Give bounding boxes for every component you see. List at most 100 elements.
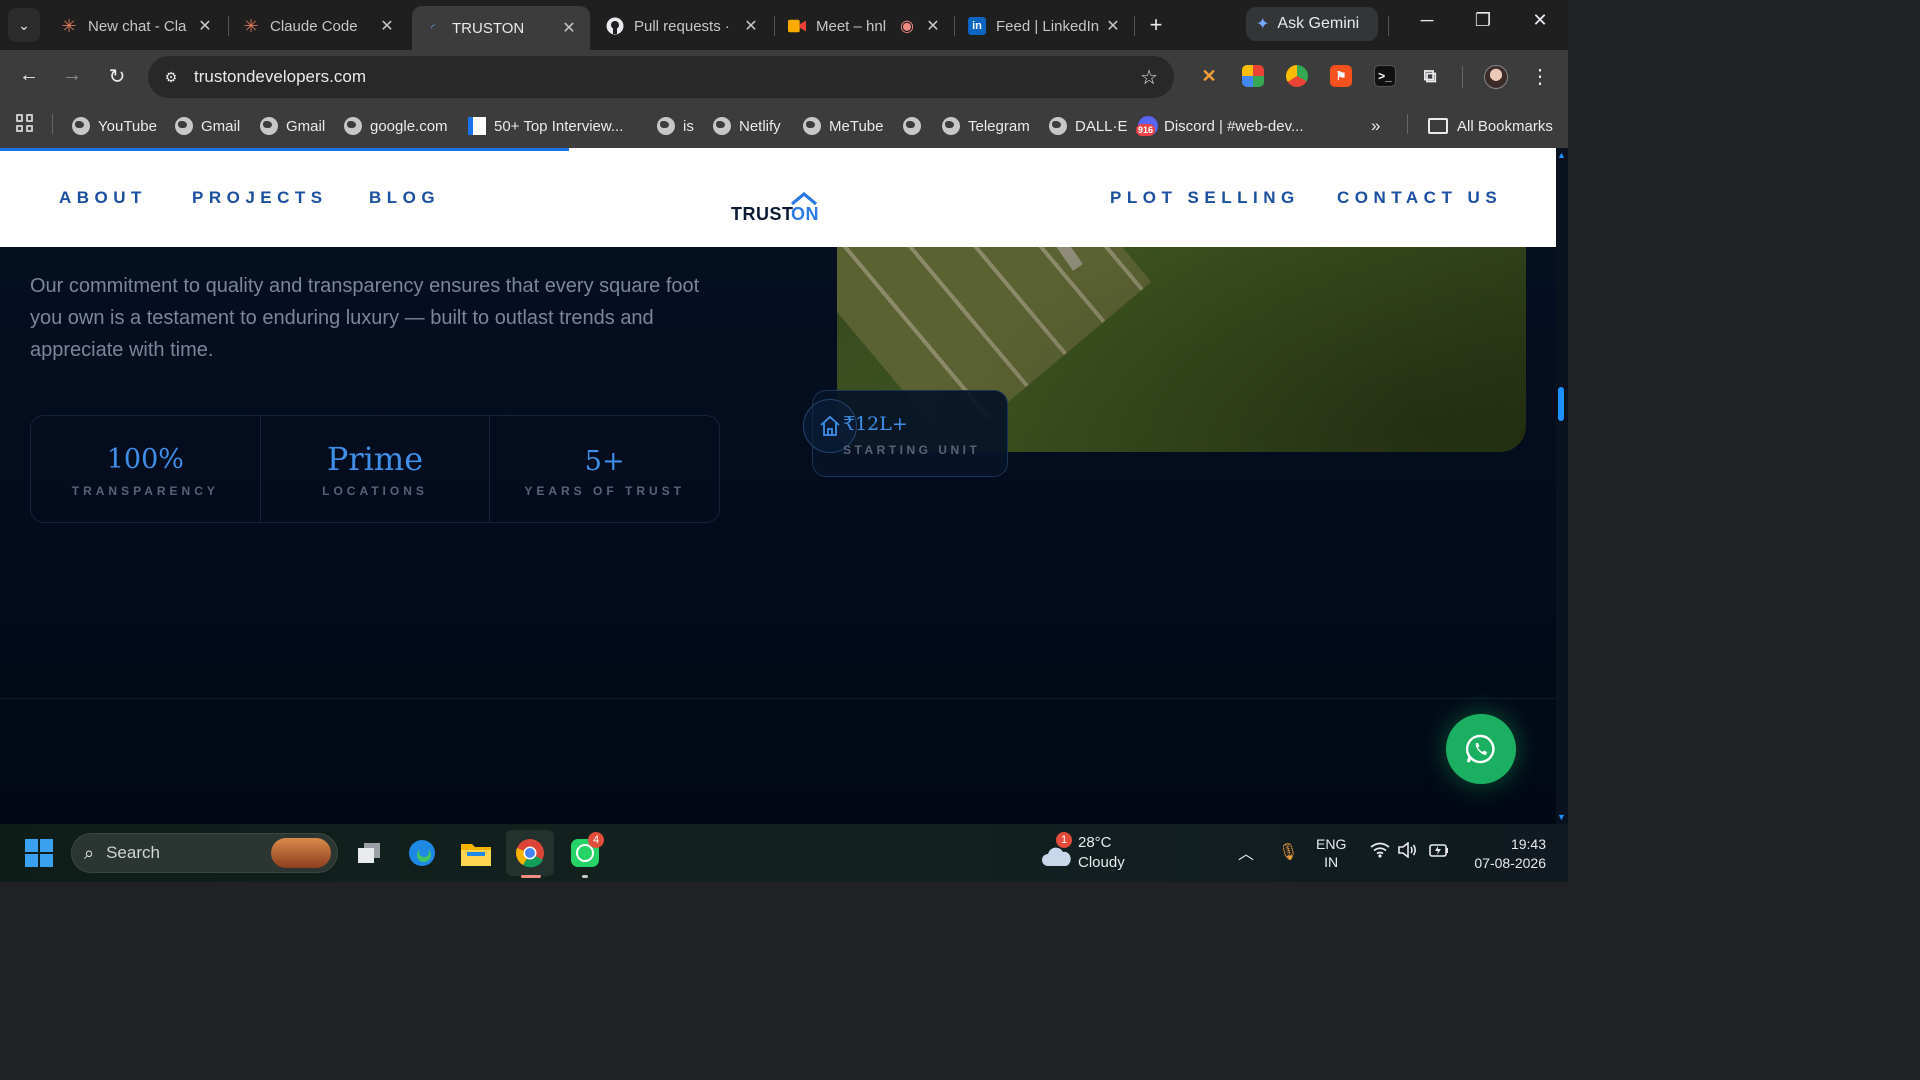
bookmark-gmail-2[interactable]: Gmail [260, 114, 325, 138]
language-indicator[interactable]: ENG IN [1316, 835, 1346, 871]
back-button[interactable]: ← [16, 64, 42, 87]
close-window-button[interactable]: ✕ [1525, 10, 1555, 31]
site-info-icon[interactable]: ⚙ [160, 69, 182, 86]
scrollbar-thumb[interactable] [1558, 387, 1564, 421]
bookmark-interview[interactable]: 50+ Top Interview... [468, 114, 623, 138]
edge-icon[interactable] [405, 836, 439, 870]
new-tab-button[interactable]: + [1145, 12, 1167, 38]
loading-icon: ◜ [431, 22, 435, 34]
ask-gemini-button[interactable]: ✦ Ask Gemini [1246, 7, 1378, 41]
weather-widget[interactable]: 1 28°C Cloudy [1040, 832, 1150, 874]
bookmark-gmail[interactable]: Gmail [175, 114, 240, 138]
bookmark-youtube[interactable]: YouTube [72, 114, 157, 138]
page-scrollbar[interactable] [1556, 148, 1568, 824]
chevron-down-icon: ⌄ [18, 16, 30, 33]
nav-plot-selling[interactable]: PLOT SELLING [1110, 188, 1300, 208]
all-bookmarks-button[interactable]: All Bookmarks [1428, 114, 1553, 138]
close-icon[interactable]: ✕ [742, 16, 760, 36]
extension-color-icon[interactable] [1242, 65, 1264, 87]
bookmark-is[interactable]: is [657, 114, 694, 138]
truston-logo[interactable]: TRUST ON [731, 192, 823, 228]
menu-kebab-icon[interactable]: ⋮ [1530, 64, 1550, 89]
bookmark-dalle[interactable]: DALL·E [1049, 114, 1128, 138]
chrome-running-indicator [521, 875, 541, 878]
forward-button[interactable]: → [59, 64, 85, 87]
apps-grid-icon[interactable] [16, 114, 34, 132]
bookmark-metube[interactable]: MeTube [803, 114, 883, 138]
stat-years: 5+ YEARS OF TRUST [490, 416, 719, 522]
extension-flag-icon[interactable]: ⚑ [1330, 65, 1352, 87]
claude-icon: ✳ [61, 15, 77, 36]
bookmark-netlify[interactable]: Netlify [713, 114, 781, 138]
volume-icon[interactable] [1398, 841, 1418, 863]
close-icon[interactable]: ✕ [1104, 16, 1122, 36]
nav-about[interactable]: ABOUT [59, 188, 147, 208]
extension-palette-icon[interactable] [1286, 65, 1308, 87]
extension-tools-icon[interactable]: ✕ [1198, 65, 1220, 87]
system-clock[interactable]: 19:43 07-08-2026 [1462, 835, 1546, 873]
all-bookmarks-label: All Bookmarks [1457, 117, 1553, 135]
close-icon[interactable]: ✕ [924, 16, 942, 36]
bookmark-label: MeTube [829, 117, 884, 135]
more-bookmarks-icon[interactable]: » [1371, 114, 1380, 138]
tab-linkedin[interactable]: in Feed | LinkedIn ✕ [956, 6, 1134, 46]
windows-start-icon[interactable] [22, 836, 56, 870]
bookmark-label: is [683, 117, 694, 135]
starting-unit-label: STARTING UNIT [843, 443, 981, 457]
tab-pull-requests[interactable]: Pull requests · ✕ [594, 6, 772, 46]
bookmark-star-icon[interactable]: ☆ [1140, 65, 1158, 90]
file-explorer-icon[interactable] [459, 836, 493, 870]
stat-value: 100% [106, 444, 184, 475]
globe-icon [942, 117, 960, 135]
restore-button[interactable]: ❐ [1468, 10, 1498, 31]
bookmark-discord[interactable]: 916 Discord | #web-dev... [1136, 114, 1304, 138]
discord-badge: 916 [1136, 124, 1156, 136]
extensions-puzzle-icon[interactable]: ⧉ [1419, 65, 1441, 87]
globe-icon [713, 117, 731, 135]
bookmark-label: 50+ Top Interview... [494, 117, 624, 135]
logo-text-on: ON [791, 204, 819, 224]
tab-truston[interactable]: ◜ TRUSTON ✕ [412, 6, 590, 50]
extension-terminal-icon[interactable]: >_ [1374, 65, 1396, 87]
commitment-paragraph: Our commitment to quality and transparen… [30, 275, 700, 361]
address-bar[interactable]: ⚙ trustondevelopers.com ☆ [148, 56, 1174, 98]
profile-avatar[interactable] [1484, 65, 1508, 89]
nav-projects[interactable]: PROJECTS [192, 188, 328, 208]
stats-panel: 100% TRANSPARENCY Prime LOCATIONS 5+ YEA… [30, 415, 720, 523]
scroll-down-arrow[interactable]: ▼ [1557, 812, 1566, 822]
microphone-icon[interactable]: 🎙︎ [1278, 842, 1298, 862]
wifi-icon[interactable] [1370, 842, 1390, 863]
close-icon[interactable]: ✕ [378, 16, 396, 36]
whatsapp-taskbar-icon[interactable]: 4 [568, 832, 604, 870]
taskbar-search[interactable]: ⌕ Search [71, 833, 338, 873]
globe-icon [1049, 117, 1067, 135]
reload-button[interactable]: ↻ [104, 64, 130, 89]
show-hidden-icons-chevron[interactable]: ︿ [1238, 840, 1254, 864]
close-icon[interactable]: ✕ [196, 16, 214, 36]
whatsapp-icon [1465, 734, 1495, 764]
stat-transparency: 100% TRANSPARENCY [31, 416, 261, 522]
weather-condition: Cloudy [1078, 854, 1125, 871]
scroll-up-arrow[interactable]: ▲ [1557, 150, 1566, 160]
close-icon[interactable]: ✕ [560, 18, 578, 38]
meet-icon [788, 17, 806, 35]
chrome-icon[interactable] [513, 836, 547, 870]
bookmark-unnamed[interactable] [903, 114, 921, 138]
bookmark-telegram[interactable]: Telegram [942, 114, 1030, 138]
cloud-icon [1042, 847, 1071, 866]
nav-blog[interactable]: BLOG [369, 188, 440, 208]
bookmark-google[interactable]: google.com [344, 114, 448, 138]
tab-claude-code[interactable]: ✳ Claude Code ✕ [230, 6, 408, 46]
bookmark-label: Gmail [286, 117, 326, 135]
search-highlight-image [271, 838, 331, 868]
windows-taskbar: ⌕ Search 4 1 28°C Cloudy ︿ 🎙︎ ENG IN 19:… [0, 824, 1568, 882]
nav-contact-us[interactable]: CONTACT US [1337, 188, 1502, 208]
tab-search-button[interactable]: ⌄ [8, 8, 40, 42]
whatsapp-chat-button[interactable] [1446, 714, 1516, 784]
minimize-button[interactable]: ─ [1412, 10, 1442, 31]
task-view-icon[interactable] [352, 836, 386, 870]
tab-new-chat[interactable]: ✳ New chat - Cla ✕ [48, 6, 226, 46]
bookmarks-separator [52, 114, 53, 134]
battery-icon[interactable] [1428, 842, 1450, 863]
tab-meet[interactable]: Meet – hnl ◉ ✕ [776, 6, 954, 46]
